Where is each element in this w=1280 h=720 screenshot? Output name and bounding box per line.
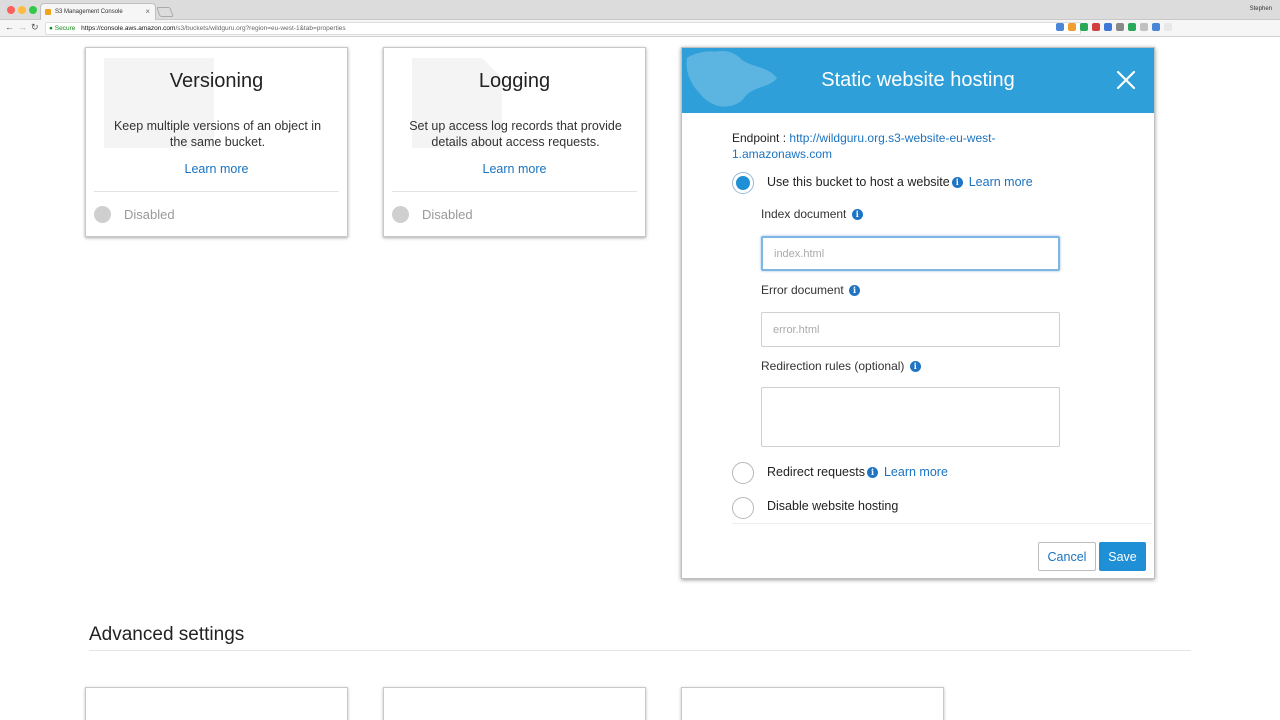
status-text: Disabled: [422, 207, 473, 222]
redirection-rules-textarea[interactable]: [761, 387, 1060, 447]
host-website-learn-more-link[interactable]: Learn more: [969, 175, 1033, 189]
browser-address-bar: ← → ↻ ● Secure https://console.aws.amazo…: [0, 20, 1280, 37]
browser-extension-icon[interactable]: [1152, 23, 1160, 31]
error-document-label: Error document i: [761, 283, 861, 297]
error-document-label-text: Error document: [761, 283, 844, 297]
back-icon[interactable]: ←: [5, 22, 14, 32]
status-disabled-icon: [392, 206, 409, 223]
url-input[interactable]: ● Secure https://console.aws.amazon.com/…: [45, 22, 1081, 35]
disable-hosting-label: Disable website hosting: [767, 499, 899, 513]
secure-label: Secure: [54, 25, 76, 32]
info-icon[interactable]: i: [851, 209, 863, 220]
disable-hosting-radio[interactable]: [732, 497, 754, 519]
minimize-window-button[interactable]: [18, 6, 26, 14]
info-icon[interactable]: i: [909, 361, 921, 372]
browser-tab-bar: S3 Management Console × Stephen: [0, 0, 1280, 20]
tab-close-icon[interactable]: ×: [145, 7, 150, 16]
logging-card[interactable]: Logging Set up access log records that p…: [383, 47, 646, 237]
forward-icon[interactable]: →: [18, 22, 27, 32]
index-document-input[interactable]: [761, 236, 1060, 271]
cancel-button[interactable]: Cancel: [1038, 542, 1096, 571]
browser-extension-icon[interactable]: [1092, 23, 1100, 31]
index-document-label-text: Index document: [761, 207, 847, 221]
url-host: https://console.aws.amazon.com: [81, 25, 176, 32]
advanced-card-2[interactable]: [383, 687, 646, 720]
status-disabled-icon: [94, 206, 111, 223]
versioning-learn-more-link[interactable]: Learn more: [86, 162, 347, 176]
logging-learn-more-link[interactable]: Learn more: [384, 162, 645, 176]
extension-toolbar: [1056, 23, 1172, 31]
redirect-requests-option: Redirect requests i Learn more: [767, 465, 948, 479]
browser-extension-icon[interactable]: [1104, 23, 1112, 31]
status-text: Disabled: [124, 207, 175, 222]
aws-favicon-icon: [45, 9, 51, 15]
browser-tab-title: S3 Management Console: [55, 9, 123, 15]
browser-tab[interactable]: S3 Management Console ×: [40, 3, 156, 20]
redirect-requests-radio[interactable]: [732, 462, 754, 484]
redirection-rules-label: Redirection rules (optional) i: [761, 359, 921, 373]
profile-name[interactable]: Stephen: [1250, 6, 1272, 12]
modal-header: Static website hosting: [682, 48, 1154, 113]
card-description: Keep multiple versions of an object in t…: [113, 119, 322, 149]
modal-divider: [732, 523, 1152, 524]
browser-extension-icon[interactable]: [1164, 23, 1172, 31]
advanced-card-3[interactable]: [681, 687, 944, 720]
endpoint: Endpoint : http://wildguru.org.s3-websit…: [732, 130, 1032, 162]
info-icon[interactable]: i: [866, 467, 878, 478]
info-icon[interactable]: i: [849, 285, 861, 296]
advanced-card-1[interactable]: [85, 687, 348, 720]
card-description: Set up access log records that provide d…: [409, 119, 622, 149]
section-divider: [89, 650, 1191, 651]
host-website-radio[interactable]: [732, 172, 754, 194]
url-path: /s3/buckets/wildguru.org?region=eu-west-…: [175, 25, 346, 32]
browser-extension-icon[interactable]: [1128, 23, 1136, 31]
browser-extension-icon[interactable]: [1056, 23, 1064, 31]
advanced-settings-title: Advanced settings: [89, 624, 245, 645]
reload-icon[interactable]: ↻: [31, 22, 39, 33]
redirect-requests-label: Redirect requests: [767, 465, 865, 479]
close-icon[interactable]: [1114, 68, 1138, 92]
host-website-option: Use this bucket to host a website i Learn …: [767, 175, 1033, 189]
browser-extension-icon[interactable]: [1068, 23, 1076, 31]
browser-extension-icon[interactable]: [1116, 23, 1124, 31]
redirection-rules-label-text: Redirection rules (optional): [761, 359, 905, 373]
modal-title: Static website hosting: [821, 69, 1015, 91]
close-window-button[interactable]: [7, 6, 15, 14]
static-website-hosting-modal: Static website hosting Endpoint : http:/…: [681, 47, 1155, 579]
maximize-window-button[interactable]: [29, 6, 37, 14]
browser-extension-icon[interactable]: [1080, 23, 1088, 31]
index-document-label: Index document i: [761, 207, 863, 221]
card-divider: [94, 191, 339, 192]
info-icon[interactable]: i: [951, 177, 963, 188]
card-title: Logging: [478, 70, 551, 92]
redirect-requests-learn-more-link[interactable]: Learn more: [884, 465, 948, 479]
error-document-input[interactable]: [761, 312, 1060, 347]
lock-icon: ●: [49, 25, 53, 32]
new-tab-button[interactable]: [156, 7, 174, 17]
card-title: Versioning: [169, 70, 264, 92]
versioning-card[interactable]: Versioning Keep multiple versions of an …: [85, 47, 348, 237]
save-button[interactable]: Save: [1099, 542, 1146, 571]
endpoint-label: Endpoint :: [732, 131, 787, 145]
host-website-label: Use this bucket to host a website: [767, 175, 950, 189]
card-divider: [392, 191, 637, 192]
browser-extension-icon[interactable]: [1140, 23, 1148, 31]
